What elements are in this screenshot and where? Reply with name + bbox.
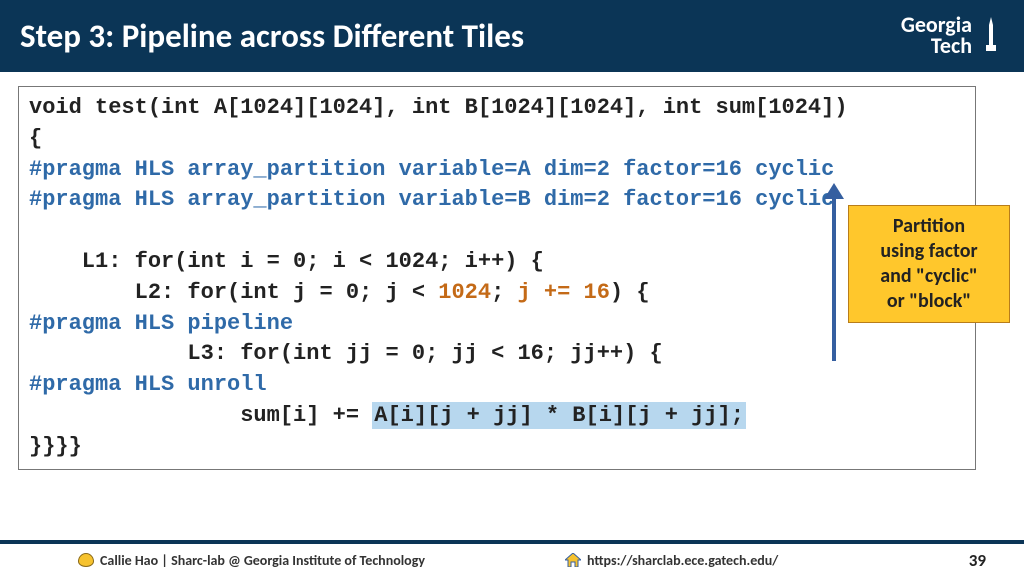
pragma-line: #pragma HLS array_partition variable=B d… xyxy=(29,187,834,212)
pragma-line: #pragma HLS unroll xyxy=(29,372,267,397)
slide-header: Step 3: Pipeline across Different Tiles … xyxy=(0,0,1024,72)
slide-body: void test(int A[1024][1024], int B[1024]… xyxy=(0,72,1024,484)
highlighted-expression: A[i][j + jj] * B[i][j + jj]; xyxy=(372,402,746,429)
logo: Georgia Tech xyxy=(901,15,1000,57)
home-icon xyxy=(565,553,581,567)
code-line: L3: for(int jj = 0; jj < 16; jj++) { xyxy=(29,341,663,366)
code-line: }}}} xyxy=(29,434,82,459)
callout-line: Partition xyxy=(861,214,997,239)
footer-author: Callie Hao | Sharc-lab @ Georgia Institu… xyxy=(78,552,425,569)
code-line: L1: for(int i = 0; i < 1024; i++) { xyxy=(29,249,544,274)
code-line: sum[i] += A[i][j + jj] * B[i][j + jj]; xyxy=(29,402,746,429)
arrow-up-icon xyxy=(832,197,836,361)
code-line: { xyxy=(29,126,42,151)
callout-box: Partition using factor and "cyclic" or "… xyxy=(848,205,1010,323)
footer-url: https://sharclab.ece.gatech.edu/ xyxy=(565,552,778,569)
code-line: L2: for(int j = 0; j < 1024; j += 16) { xyxy=(29,280,650,305)
code-line: void test(int A[1024][1024], int B[1024]… xyxy=(29,95,848,120)
slide-title: Step 3: Pipeline across Different Tiles xyxy=(20,16,524,56)
callout-line: using factor xyxy=(861,239,997,264)
bee-icon xyxy=(78,553,94,567)
footer: Callie Hao | Sharc-lab @ Georgia Institu… xyxy=(0,544,1024,576)
callout-line: and "cyclic" xyxy=(861,264,997,289)
page-number: 39 xyxy=(969,550,986,571)
tower-icon xyxy=(982,17,1000,55)
pragma-line: #pragma HLS pipeline xyxy=(29,311,293,336)
logo-line2: Tech xyxy=(901,36,972,57)
pragma-line: #pragma HLS array_partition variable=A d… xyxy=(29,157,834,182)
callout-line: or "block" xyxy=(861,289,997,314)
